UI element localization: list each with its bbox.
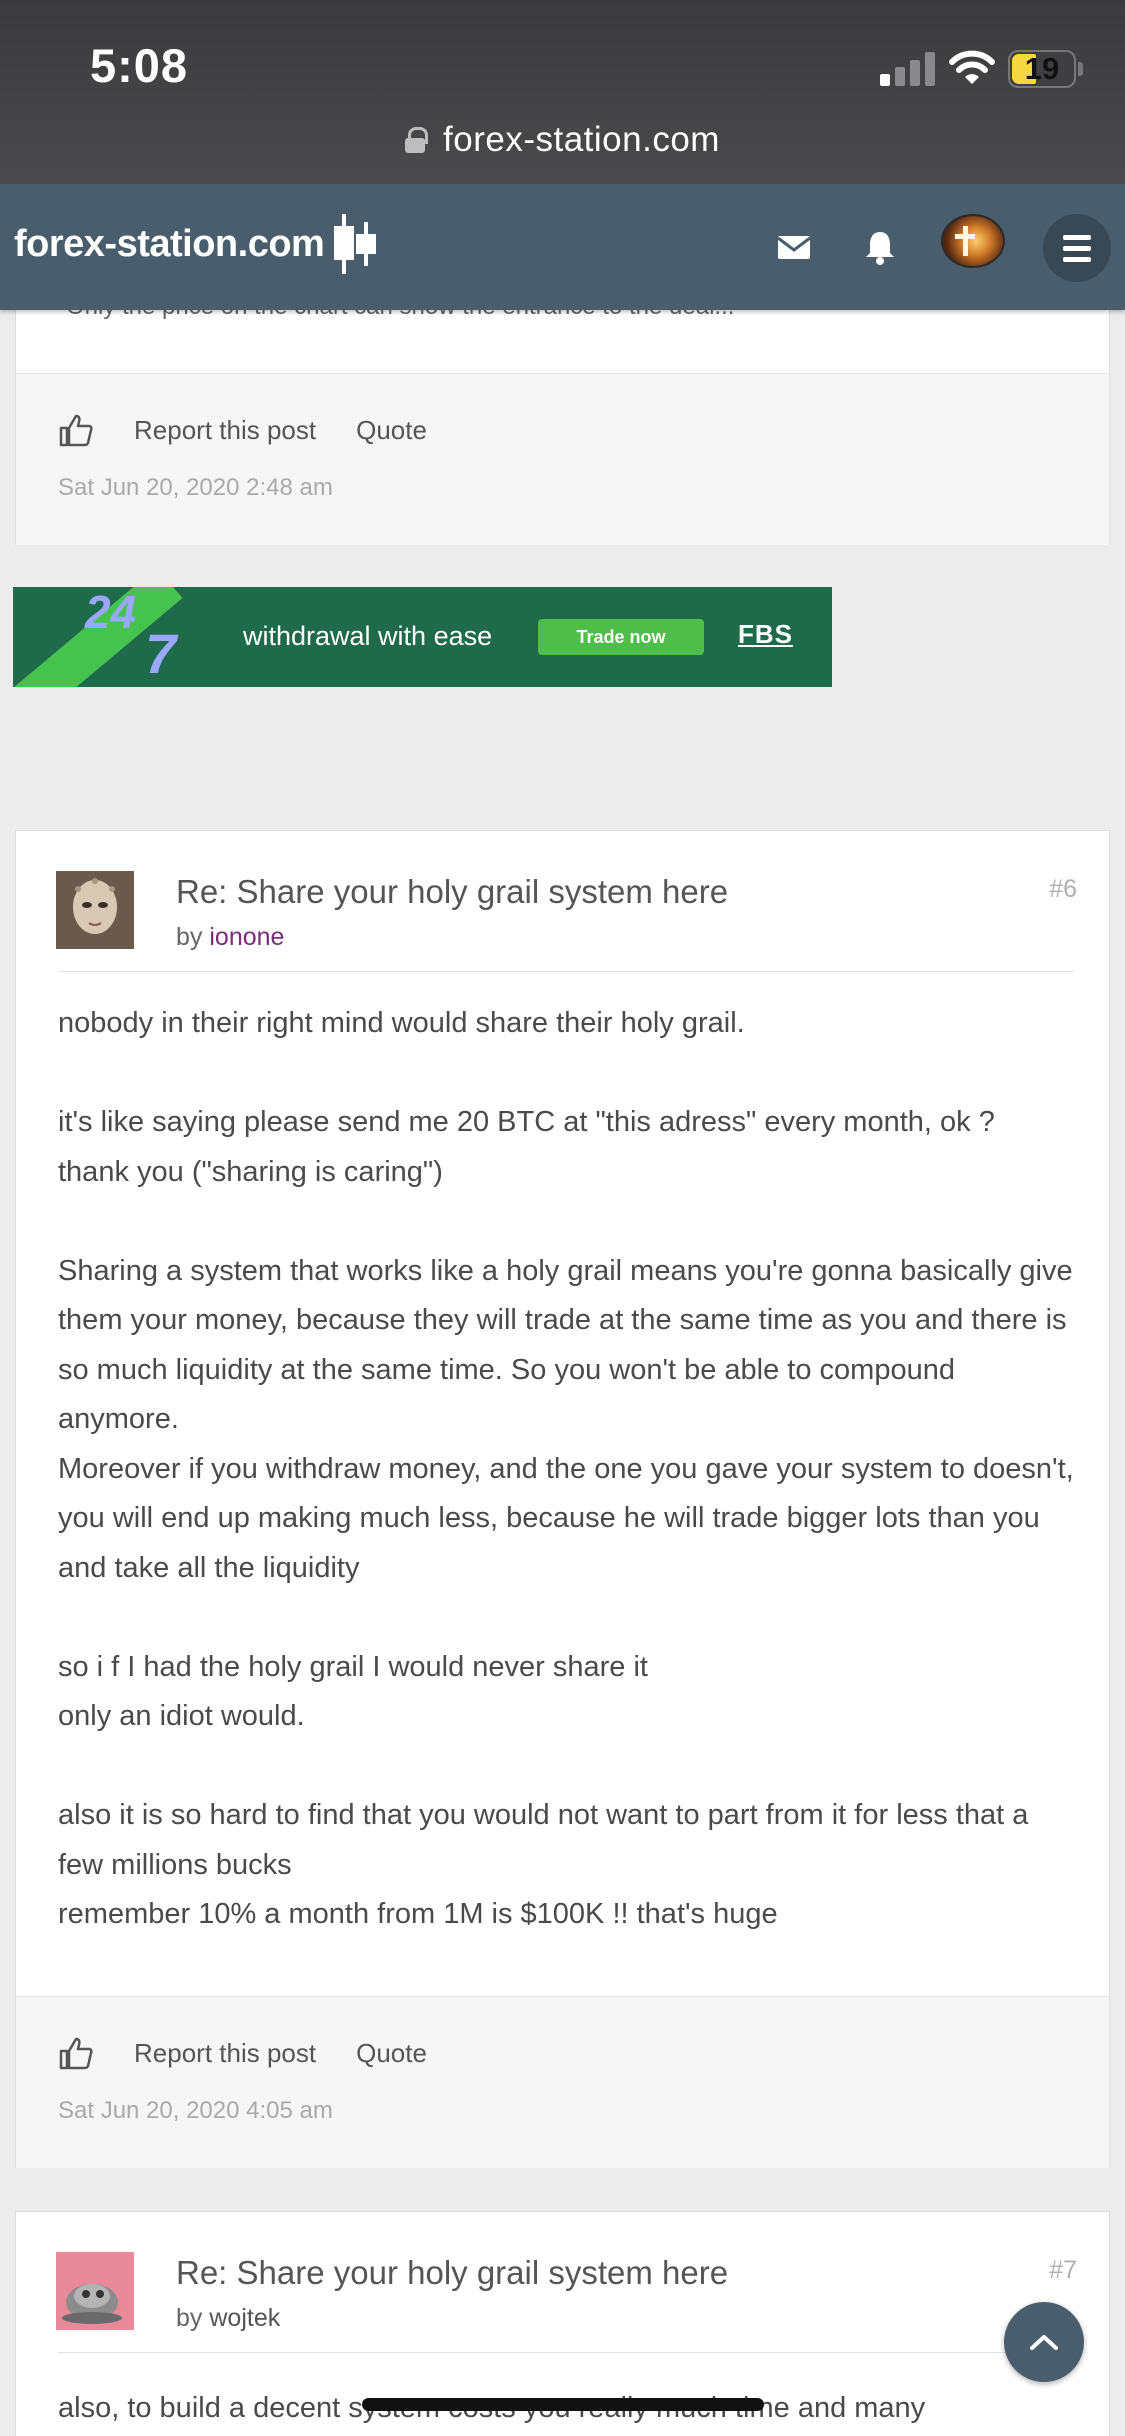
candlestick-logo-icon: [334, 214, 377, 274]
ad-banner[interactable]: 24 7 withdrawal with ease Trade now FBS: [13, 587, 832, 687]
menu-button[interactable]: [1043, 214, 1111, 282]
scroll-to-top-button[interactable]: [1004, 2302, 1084, 2382]
status-time: 5:08: [90, 39, 189, 92]
site-logo[interactable]: forex-station.com: [14, 212, 384, 276]
thumbs-up-icon[interactable]: [58, 2035, 94, 2071]
post-paragraph: it's like saying please send me 20 BTC a…: [58, 1106, 995, 1188]
wifi-icon: [949, 50, 995, 84]
site-header: forex-station.com: [0, 184, 1125, 310]
logo-text: forex-station.com: [14, 222, 325, 265]
battery-icon: 19: [1008, 50, 1076, 88]
ad-brand: FBS: [738, 619, 793, 649]
post-title[interactable]: Re: Share your holy grail system here: [176, 873, 728, 911]
post-author: by ionone: [176, 923, 285, 951]
post-footer: Report this post Quote Sat Jun 20, 2020 …: [16, 373, 1109, 545]
cellular-signal-icon: [880, 50, 936, 86]
author-link[interactable]: wojtek: [209, 2304, 280, 2332]
post-footer: Report this post Quote Sat Jun 20, 2020 …: [16, 1996, 1109, 2168]
report-post-link[interactable]: Report this post: [134, 2038, 316, 2069]
post-number[interactable]: #6: [1049, 875, 1077, 904]
quote-link[interactable]: Quote: [356, 415, 427, 446]
post-card: Re: Share your holy grail system here by…: [15, 830, 1110, 2168]
bell-icon[interactable]: [860, 227, 900, 267]
lock-icon: [405, 127, 429, 153]
browser-chrome: 5:08 19 forex-station.com: [0, 0, 1125, 184]
author-avatar[interactable]: [56, 2252, 134, 2330]
trade-now-button[interactable]: Trade now: [538, 619, 704, 655]
url-text: forex-station.com: [443, 120, 720, 159]
author-link[interactable]: ionone: [209, 923, 284, 951]
battery-level: 19: [1024, 51, 1060, 86]
post-paragraph: also it is so hard to find that you woul…: [58, 1799, 1029, 1930]
post-title[interactable]: Re: Share your holy grail system here: [176, 2254, 728, 2292]
post-number[interactable]: #7: [1049, 2256, 1077, 2285]
post-date: Sat Jun 20, 2020 4:05 am: [58, 2097, 333, 2124]
post-paragraph: nobody in their right mind would share t…: [58, 1007, 745, 1039]
post-date: Sat Jun 20, 2020 2:48 am: [58, 474, 333, 501]
thumbs-up-icon[interactable]: [58, 412, 94, 448]
address-bar[interactable]: forex-station.com: [0, 112, 1125, 168]
menu-icon: [1063, 234, 1091, 240]
post-body: nobody in their right mind would share t…: [58, 999, 1078, 1940]
post-card-previous: Only the price on the chart can show the…: [15, 293, 1110, 545]
author-avatar[interactable]: [56, 871, 134, 949]
mail-icon[interactable]: [774, 227, 814, 267]
quote-link[interactable]: Quote: [356, 2038, 427, 2069]
avatar[interactable]: [941, 214, 1005, 268]
post-author: by wojtek: [176, 2304, 281, 2332]
home-indicator[interactable]: [362, 2398, 764, 2411]
chevron-up-icon: [1030, 2335, 1058, 2350]
post-paragraph: Sharing a system that works like a holy …: [58, 1254, 1074, 1584]
ad-text: withdrawal with ease: [243, 621, 493, 651]
post-paragraph: so i f I had the holy grail I would neve…: [58, 1650, 648, 1733]
ad-badge: 24 7: [85, 587, 177, 685]
report-post-link[interactable]: Report this post: [134, 415, 316, 446]
